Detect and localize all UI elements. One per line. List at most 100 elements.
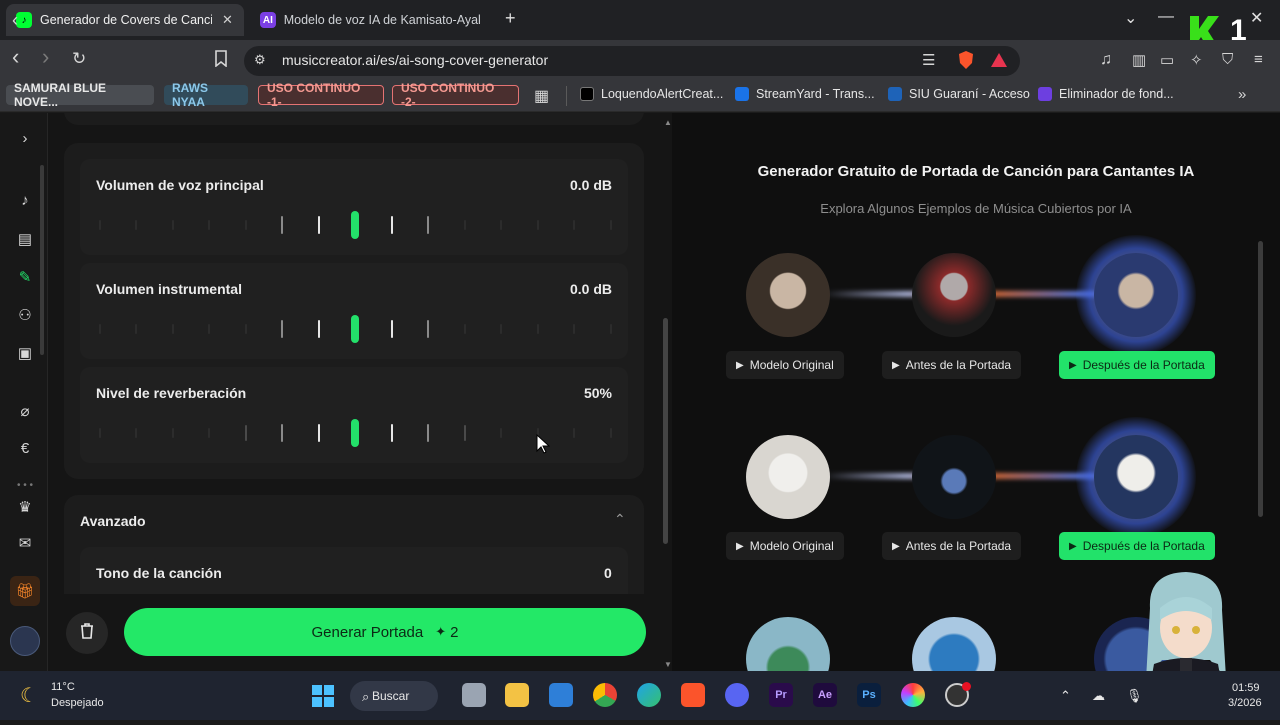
slider-thumb[interactable] [351,315,359,343]
slider-tick [281,320,283,338]
left-panel-scrollbar[interactable]: ▲ ▼ [662,118,672,669]
gift-icon[interactable]: 🎁︎ [10,576,40,606]
collapse-chevron-icon[interactable]: ⌃ [614,511,626,528]
lyrics-doc-icon[interactable]: ▤ [16,230,34,248]
slider-tick [317,424,320,442]
weather-temperature[interactable]: 11°C [51,681,75,693]
brave-rewards-icon[interactable] [990,52,1008,68]
minimize-button[interactable]: — [1158,8,1174,26]
onedrive-cloud-icon[interactable]: ☁ [1092,688,1105,704]
before-cover-image-1 [912,253,996,337]
reader-mode-icon[interactable]: ☰ [922,51,935,69]
tab-voice-model[interactable]: AI Modelo de voz IA de Kamisato-Ayaka [250,4,490,36]
media-music-icon[interactable]: ♫ [1100,51,1112,69]
tab-song-cover-generator[interactable]: ♪ Generador de Covers de Cancion ✕ [6,4,244,36]
leo-ai-icon[interactable]: ✧ [1190,51,1203,69]
bookmark-eliminador[interactable]: Eliminador de fond... [1038,87,1174,101]
brave-browser-icon[interactable] [681,683,705,707]
slider-thumb[interactable] [351,419,359,447]
bookmark-folder-uso2[interactable]: USO CONTINUO -2- [392,81,519,109]
tray-overflow-chevron-icon[interactable]: ⌃ [1060,688,1071,704]
slider-track[interactable] [80,159,628,255]
scroll-thumb[interactable] [663,318,668,544]
music-note-icon[interactable]: ♪ [16,192,34,209]
back-arrow-icon[interactable]: ‹ [12,44,19,70]
after-effects-icon[interactable]: Ae [813,683,837,707]
right-panel-scrollbar[interactable] [1258,241,1263,517]
site-settings-icon[interactable]: ⚙ [254,52,266,68]
chrome-icon[interactable] [593,683,617,707]
settings-panel: Volumen de voz principal 0.0 dB Volumen … [48,113,672,671]
photos-app-icon[interactable] [549,683,573,707]
bookmark-streamyard[interactable]: StreamYard - Trans... [735,87,875,101]
button-label: Modelo Original [749,358,834,372]
lead-vocal-volume-slider[interactable]: Volumen de voz principal 0.0 dB [80,159,628,255]
more-bookmarks-icon[interactable]: » [1238,86,1246,103]
tab-search-chevron-icon[interactable]: ⌄ [1124,8,1137,28]
mail-icon[interactable]: ✉ [16,534,34,552]
mute-mic-icon[interactable]: ⌀ [16,402,34,420]
before-cover-button-2[interactable]: ▶ Antes de la Portada [882,532,1022,560]
original-model-button-2[interactable]: ▶ Modelo Original [726,532,844,560]
url-text[interactable]: musiccreator.ai/es/ai-song-cover-generat… [282,52,548,68]
expand-rail-chevron-icon[interactable]: › [16,130,34,147]
after-cover-button-1[interactable]: ▶ Después de la Portada [1059,351,1215,379]
rail-scrollbar[interactable] [40,165,44,355]
menu-icon[interactable]: ≡ [1254,51,1263,68]
scroll-down-arrow-icon[interactable]: ▼ [664,660,672,669]
close-window-button[interactable]: ✕ [1250,8,1263,28]
advanced-title[interactable]: Avanzado [80,513,146,529]
sidebar-toggle-icon[interactable]: ▥ [1132,51,1146,69]
photoshop-icon[interactable]: Ps [857,683,881,707]
tab-title: Modelo de voz IA de Kamisato-Ayaka [283,13,480,27]
microphone-icon[interactable]: 🎙︎ [1126,688,1143,704]
weather-moon-icon[interactable]: ☾ [20,683,38,708]
bookmark-siu-guarani[interactable]: SIU Guaraní - Acceso [888,87,1030,101]
euro-pricing-icon[interactable]: € [16,440,34,457]
close-tab-icon[interactable]: ✕ [222,12,233,28]
after-cover-button-2[interactable]: ▶ Después de la Portada [1059,532,1215,560]
wallet-icon[interactable]: ▭ [1160,51,1174,69]
back-icon[interactable]: ‹ [12,10,18,31]
bookmark-folder-raws[interactable]: RAWS NYAA [164,81,248,109]
user-avatar[interactable] [10,626,40,656]
slider-tick [609,324,612,334]
bookmark-loquendo[interactable]: LoquendoAlertCreat... [580,87,723,101]
original-model-button-1[interactable]: ▶ Modelo Original [726,351,844,379]
before-cover-button-1[interactable]: ▶ Antes de la Portada [882,351,1022,379]
instrumental-volume-slider[interactable]: Volumen instrumental 0.0 dB [80,263,628,359]
voice-person-icon[interactable]: ⚇ [16,306,34,324]
video-clapper-icon[interactable]: ▣ [16,344,34,362]
file-explorer-icon[interactable] [505,683,529,707]
davinci-resolve-icon[interactable] [901,683,925,707]
edge-icon[interactable] [637,683,661,707]
bookmark-folder-samurai[interactable]: SAMURAI BLUE NOVE... [6,81,154,109]
cover-generator-icon[interactable]: ✎ [16,268,34,286]
slider-tick [427,320,429,338]
new-tab-icon[interactable]: + [505,8,516,29]
brave-shields-icon[interactable] [957,50,975,70]
weather-condition[interactable]: Despejado [51,697,104,709]
clock-date[interactable]: 3/2026 [1228,697,1262,709]
reload-icon[interactable]: ↻ [72,49,86,69]
bookmark-folder-uso1[interactable]: USO CONTINUO -1- [258,81,384,109]
slider-track[interactable] [80,263,628,359]
premiere-pro-icon[interactable]: Pr [769,683,793,707]
slider-thumb[interactable] [351,211,359,239]
task-view-icon[interactable] [462,683,486,707]
generate-cover-button[interactable]: Generar Portada ✦ 2 [124,608,646,656]
clear-button[interactable] [66,612,108,654]
slider-tick [573,428,575,438]
scroll-up-arrow-icon[interactable]: ▲ [664,118,672,127]
tab-groups-icon[interactable]: ▦ [534,86,549,106]
forward-arrow-icon[interactable]: › [42,44,49,70]
before-cover-image-3 [912,617,996,671]
search-magnifier-icon: ⌕ [362,689,370,704]
bookmark-icon[interactable] [214,50,228,71]
discord-icon[interactable] [725,683,749,707]
crown-premium-icon[interactable]: ♛ [16,498,34,516]
windows-start-icon[interactable] [311,684,335,708]
vpn-shield-icon[interactable]: ⛉ [1222,51,1233,68]
play-icon: ▶ [892,359,900,371]
clock-time[interactable]: 01:59 [1232,682,1260,694]
